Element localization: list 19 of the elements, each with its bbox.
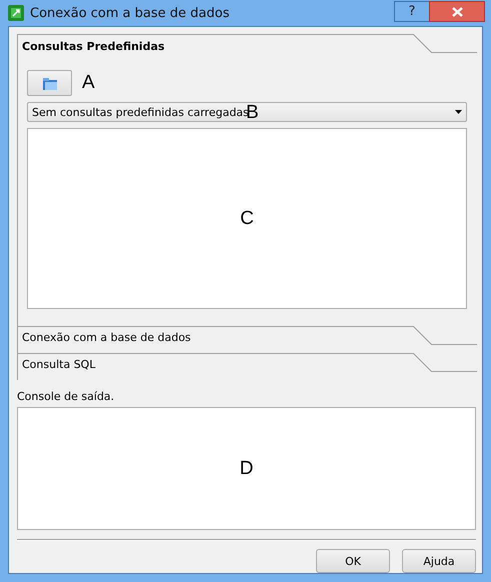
section-tab[interactable]: Consulta SQL xyxy=(18,353,476,380)
close-button[interactable] xyxy=(429,1,485,22)
help-button[interactable]: ? xyxy=(394,1,430,22)
text-area[interactable]: C xyxy=(27,128,467,309)
app-icon xyxy=(8,5,24,21)
annotation-label: B xyxy=(246,102,259,124)
load-button[interactable] xyxy=(27,70,72,96)
close-icon xyxy=(452,6,462,16)
caret-icon xyxy=(455,110,462,114)
window-title: Conexão com a base de dados xyxy=(30,6,230,20)
dialog-button[interactable]: OK xyxy=(316,549,390,573)
output-label: Console de saída. xyxy=(17,390,116,403)
annotation-label: D xyxy=(240,458,254,480)
folder-icon xyxy=(42,76,58,90)
dialog-button[interactable]: Ajuda xyxy=(402,549,476,573)
annotation-label: C xyxy=(240,208,254,230)
annotation-label: A xyxy=(82,72,95,94)
section-tab[interactable]: Conexão com a base de dados xyxy=(18,326,476,353)
section-tab[interactable]: Consultas Predefinidas xyxy=(18,34,476,61)
